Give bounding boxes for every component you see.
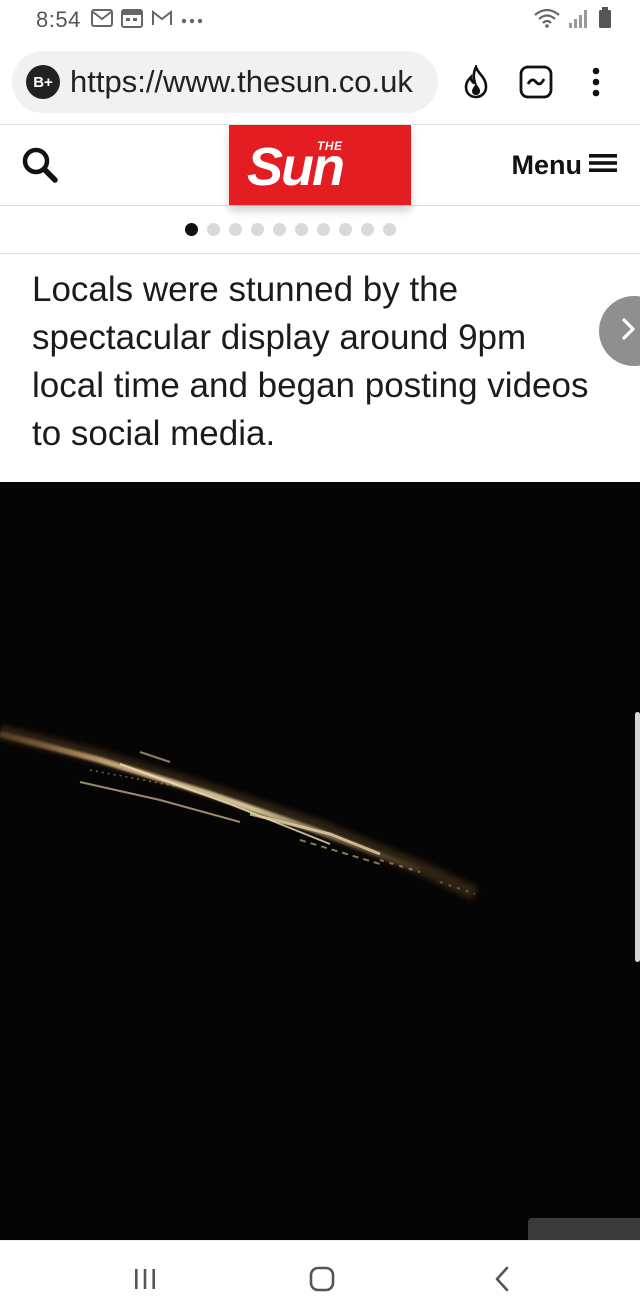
the-sun-logo[interactable]: THE Sun bbox=[229, 125, 411, 205]
overflow-menu-icon[interactable] bbox=[576, 62, 616, 102]
signal-icon bbox=[568, 8, 590, 33]
carousel-dot[interactable] bbox=[316, 223, 330, 236]
carousel-dot[interactable] bbox=[338, 223, 352, 236]
hamburger-icon bbox=[588, 152, 618, 179]
back-icon[interactable] bbox=[482, 1259, 522, 1299]
bplus-badge-icon[interactable]: B+ bbox=[26, 65, 60, 99]
debris-streak-image bbox=[0, 725, 479, 901]
status-time: 8:54 bbox=[36, 7, 81, 32]
carousel-pagination bbox=[0, 206, 640, 254]
menu-button[interactable]: Menu bbox=[512, 147, 619, 183]
carousel-dot[interactable] bbox=[272, 223, 286, 236]
chevron-right-icon bbox=[621, 317, 637, 346]
gmail-icon bbox=[151, 9, 173, 31]
carousel-dot[interactable] bbox=[294, 223, 308, 236]
site-header: THE Sun Menu bbox=[0, 124, 640, 206]
system-navigation-bar bbox=[0, 1240, 640, 1315]
carousel-dot[interactable] bbox=[184, 223, 198, 236]
carousel-dot[interactable] bbox=[382, 223, 396, 236]
carousel-dot[interactable] bbox=[250, 223, 264, 236]
status-left: 8:54 bbox=[36, 7, 203, 33]
status-bar: 8:54 bbox=[0, 0, 640, 40]
url-text[interactable]: https://www.thesun.co.uk bbox=[70, 64, 413, 100]
recent-apps-icon[interactable] bbox=[125, 1259, 165, 1299]
more-dots-icon bbox=[181, 11, 203, 29]
scrollbar-indicator[interactable] bbox=[635, 712, 640, 962]
slide-photo[interactable] bbox=[0, 482, 640, 1240]
browser-toolbar-icons bbox=[456, 62, 616, 102]
battery-icon bbox=[598, 6, 612, 34]
next-slide-button[interactable] bbox=[599, 296, 640, 366]
flame-icon[interactable] bbox=[456, 62, 496, 102]
home-icon[interactable] bbox=[302, 1259, 342, 1299]
status-right bbox=[534, 6, 612, 34]
camera-icon[interactable] bbox=[528, 1218, 640, 1240]
trending-icon[interactable] bbox=[516, 62, 556, 102]
slide-caption: Locals were stunned by the spectacular d… bbox=[32, 270, 589, 453]
menu-label: Menu bbox=[511, 149, 583, 180]
browser-toolbar: B+ https://www.thesun.co.uk bbox=[0, 40, 640, 124]
carousel-dot[interactable] bbox=[228, 223, 242, 236]
address-bar[interactable]: B+ https://www.thesun.co.uk bbox=[12, 51, 438, 113]
phone-screen: 8:54 B+ https://www.thesun.co.uk THE Sun… bbox=[0, 0, 640, 1315]
carousel-dot[interactable] bbox=[360, 223, 374, 236]
carousel-dot[interactable] bbox=[206, 223, 220, 236]
carousel-dots bbox=[184, 223, 456, 236]
logo-sun-text: Sun bbox=[247, 137, 345, 197]
mail-icon bbox=[90, 8, 113, 32]
search-icon[interactable] bbox=[20, 145, 60, 185]
wifi-icon bbox=[534, 8, 560, 33]
notification-icons bbox=[90, 8, 203, 33]
calendar-icon bbox=[120, 8, 143, 33]
